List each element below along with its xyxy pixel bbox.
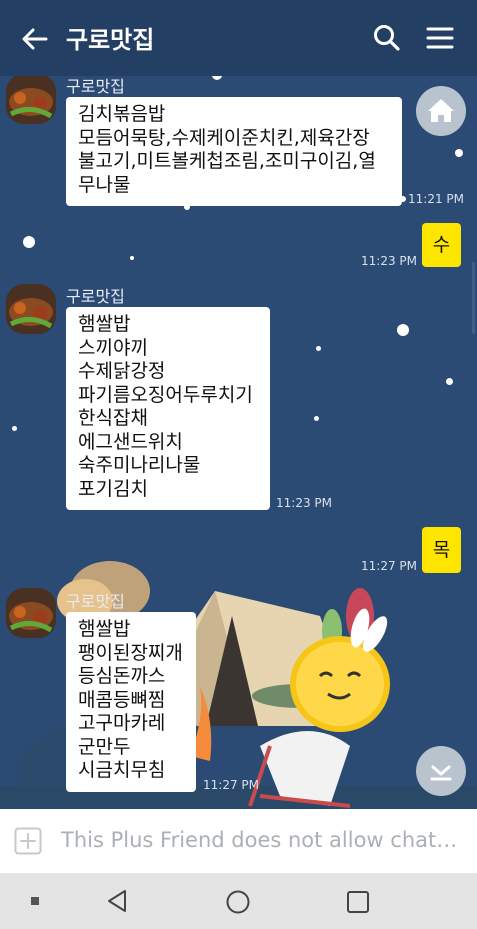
message-time: 11:27 PM [203,778,259,792]
message-line: 고구마카레 [78,712,166,734]
message-line: 포기김치 [78,477,148,500]
hamburger-menu-icon[interactable] [424,22,456,54]
message-bubble[interactable]: 김치볶음밥 모듬어묵탕,수제케이준치킨,제육간장 불고기,미트볼케첩조림,조미구… [66,97,402,206]
my-message-bubble[interactable]: 목 [422,527,461,573]
message-bubble[interactable]: 햄쌀밥 팽이된장찌개 등심돈까스 매콤등뼈찜 고구마카레 군만두 시금치무침 [66,612,196,792]
food-photo-icon [6,76,56,124]
avatar[interactable] [6,76,56,124]
message-line: 매콤등뼈찜 [78,688,166,711]
plus-box-icon[interactable] [14,827,42,855]
message-time: 11:27 PM [361,559,417,573]
triangle-back-icon[interactable] [104,888,130,914]
chat-title: 구로맛집 [66,26,155,54]
message-line: 팽이된장찌개 [78,641,183,664]
menu-dot-icon[interactable] [31,897,39,905]
circle-home-icon[interactable] [225,889,251,915]
avatar[interactable] [6,284,56,334]
chat-area[interactable]: 구로맛집 김치볶음밥 모듬어묵탕,수제케이준치킨,제육간장 불고기,미트볼케첩조… [0,76,477,809]
sender-name: 구로맛집 [66,287,125,306]
message-time: 11:23 PM [276,496,332,510]
snow-dot [455,149,463,157]
search-icon[interactable] [371,22,403,54]
back-arrow-icon[interactable] [18,22,52,56]
message-line: 햄쌀밥 [78,313,131,335]
message-line: 군만두 [78,735,131,758]
chevron-down-icon [430,765,452,781]
snow-dot [212,76,222,80]
sender-name: 구로맛집 [66,77,125,96]
message-line: 시금치무침 [78,759,166,781]
snow-dot [316,346,321,351]
scrollbar[interactable] [472,262,475,334]
snow-dot [446,378,453,385]
message-line: 햄쌀밥 [78,618,131,640]
chat-header: 구로맛집 [0,0,477,76]
my-message-bubble[interactable]: 수 [422,223,461,267]
message-line: 무나물 [78,173,131,196]
message-bubble[interactable]: 햄쌀밥 스끼야끼 수제닭강정 파기름오징어두루치기 한식잡채 에그샌드위치 숙주… [66,307,270,510]
scroll-to-bottom-button[interactable] [416,746,466,796]
square-recent-icon[interactable] [345,889,371,915]
message-line: 김치볶음밥 [78,103,166,125]
snow-dot [23,236,35,248]
message-line: 스끼야끼 [78,336,148,359]
avatar[interactable] [6,588,56,638]
snow-dot [397,324,409,336]
message-time: 11:23 PM [361,254,417,268]
snow-dot [12,426,17,431]
snow-dot [314,416,319,421]
home-icon [428,99,454,122]
sender-name: 구로맛집 [66,592,125,611]
input-bar: This Plus Friend does not allow chatting… [0,809,477,873]
message-time: 11:21 PM [408,192,464,206]
food-photo-icon [6,588,56,638]
message-line: 불고기,미트볼케첩조림,조미구이김,열 [78,150,376,172]
message-line: 파기름오징어두루치기 [78,383,253,406]
snow-dot [130,256,134,260]
home-button[interactable] [416,86,466,136]
message-line: 수제닭강정 [78,360,166,382]
food-photo-icon [6,284,56,334]
message-line: 모듬어묵탕,수제케이준치킨,제육간장 [78,126,370,149]
system-nav-bar [0,873,477,929]
message-line: 등심돈까스 [78,665,166,687]
message-line: 한식잡채 [78,407,148,429]
message-line: 숙주미나리나물 [78,454,201,476]
message-input-placeholder[interactable]: This Plus Friend does not allow chatting… [61,828,461,852]
message-line: 에그샌드위치 [78,430,183,453]
